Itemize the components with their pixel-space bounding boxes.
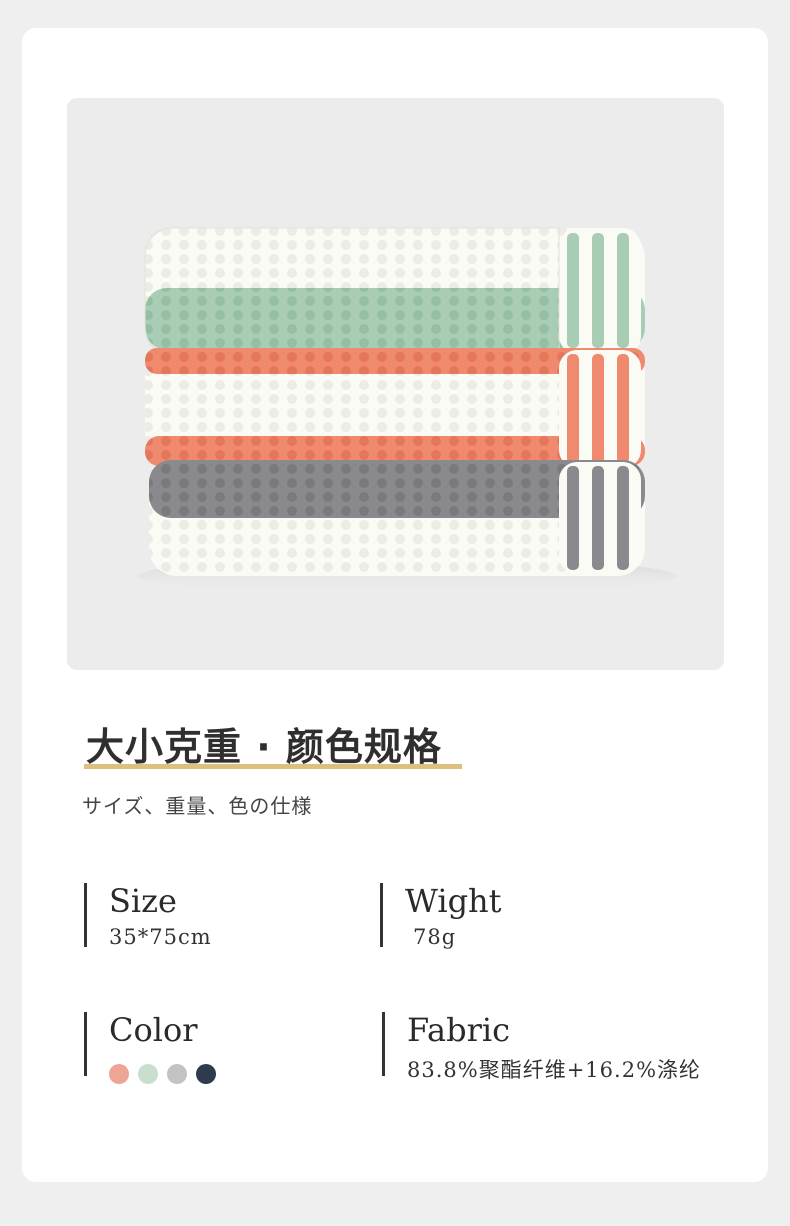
- spec-fabric-value: 83.8%聚酯纤维+16.2%涤纶: [407, 1058, 702, 1082]
- grey-towel: [149, 460, 645, 576]
- spec-size-title: Size: [109, 882, 177, 920]
- spec-size-value: 35*75cm: [109, 925, 212, 949]
- color-swatches: [109, 1064, 216, 1084]
- spec-color-title: Color: [109, 1011, 198, 1049]
- spec-fabric: Fabric 83.8%聚酯纤维+16.2%涤纶: [382, 1011, 701, 1082]
- color-swatch-coral: [109, 1064, 129, 1084]
- green-towel: [144, 227, 645, 355]
- section-heading: 大小克重 · 颜色规格: [86, 725, 442, 769]
- towel-stack-photo: [67, 98, 724, 670]
- color-swatch-grey: [167, 1064, 187, 1084]
- spec-weight-value: 78g: [413, 925, 457, 949]
- section-subheading: サイズ、重量、色の仕様: [82, 794, 313, 818]
- coral-towel: [145, 348, 645, 470]
- spec-fabric-title: Fabric: [407, 1011, 511, 1049]
- spec-color: Color: [84, 1011, 216, 1084]
- spec-weight-title: Wight: [405, 882, 502, 920]
- towel-stack-image: [137, 227, 677, 594]
- spec-size: Size 35*75cm: [84, 882, 212, 949]
- product-spec-card: 大小克重 · 颜色规格 サイズ、重量、色の仕様 Size 35*75cm Wig…: [22, 28, 768, 1182]
- color-swatch-navy: [196, 1064, 216, 1084]
- color-swatch-green: [138, 1064, 158, 1084]
- spec-weight: Wight 78g: [380, 882, 502, 949]
